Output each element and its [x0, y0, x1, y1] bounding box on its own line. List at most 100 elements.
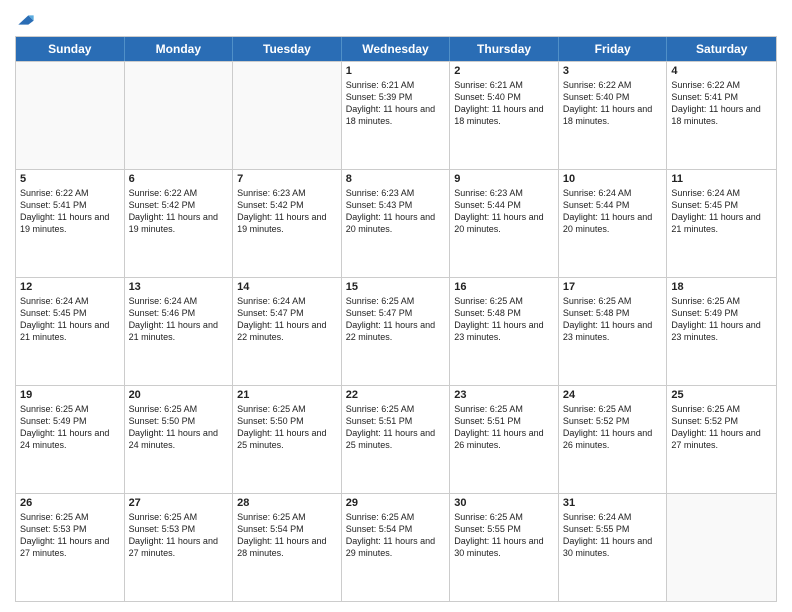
- day-number: 25: [671, 389, 772, 401]
- day-info: Sunrise: 6:22 AM Sunset: 5:40 PM Dayligh…: [563, 79, 663, 128]
- day-info: Sunrise: 6:25 AM Sunset: 5:50 PM Dayligh…: [237, 403, 337, 452]
- day-info: Sunrise: 6:24 AM Sunset: 5:44 PM Dayligh…: [563, 187, 663, 236]
- day-info: Sunrise: 6:22 AM Sunset: 5:42 PM Dayligh…: [129, 187, 229, 236]
- calendar-header-cell: Tuesday: [233, 37, 342, 61]
- calendar-header-row: SundayMondayTuesdayWednesdayThursdayFrid…: [16, 37, 776, 61]
- calendar-day-cell: 10 Sunrise: 6:24 AM Sunset: 5:44 PM Dayli…: [559, 170, 668, 277]
- calendar-day-cell: 4 Sunrise: 6:22 AM Sunset: 5:41 PM Daylig…: [667, 62, 776, 169]
- calendar-day-cell: 27 Sunrise: 6:25 AM Sunset: 5:53 PM Dayli…: [125, 494, 234, 601]
- calendar-day-cell: 25 Sunrise: 6:25 AM Sunset: 5:52 PM Dayli…: [667, 386, 776, 493]
- calendar-day-cell: 2 Sunrise: 6:21 AM Sunset: 5:40 PM Daylig…: [450, 62, 559, 169]
- day-number: 21: [237, 389, 337, 401]
- day-info: Sunrise: 6:25 AM Sunset: 5:55 PM Dayligh…: [454, 511, 554, 560]
- day-number: 14: [237, 281, 337, 293]
- day-info: Sunrise: 6:25 AM Sunset: 5:53 PM Dayligh…: [129, 511, 229, 560]
- calendar-day-cell: 28 Sunrise: 6:25 AM Sunset: 5:54 PM Dayli…: [233, 494, 342, 601]
- day-number: 15: [346, 281, 446, 293]
- day-number: 1: [346, 65, 446, 77]
- day-info: Sunrise: 6:21 AM Sunset: 5:39 PM Dayligh…: [346, 79, 446, 128]
- day-number: 27: [129, 497, 229, 509]
- calendar-day-cell: 20Sunrise: 6:25 AM Sunset: 5:50 PM Dayli…: [125, 386, 234, 493]
- day-number: 7: [237, 173, 337, 185]
- calendar-day-cell: 1 Sunrise: 6:21 AM Sunset: 5:39 PM Daylig…: [342, 62, 451, 169]
- day-number: 19: [20, 389, 120, 401]
- day-info: Sunrise: 6:25 AM Sunset: 5:54 PM Dayligh…: [237, 511, 337, 560]
- calendar-day-cell: 17Sunrise: 6:25 AM Sunset: 5:48 PM Dayli…: [559, 278, 668, 385]
- day-info: Sunrise: 6:25 AM Sunset: 5:50 PM Dayligh…: [129, 403, 229, 452]
- day-number: 13: [129, 281, 229, 293]
- calendar-week-row: 26 Sunrise: 6:25 AM Sunset: 5:53 PM Dayli…: [16, 493, 776, 601]
- day-info: Sunrise: 6:25 AM Sunset: 5:51 PM Dayligh…: [346, 403, 446, 452]
- day-info: Sunrise: 6:21 AM Sunset: 5:40 PM Dayligh…: [454, 79, 554, 128]
- calendar-day-cell: 22 Sunrise: 6:25 AM Sunset: 5:51 PM Dayli…: [342, 386, 451, 493]
- day-info: Sunrise: 6:25 AM Sunset: 5:53 PM Dayligh…: [20, 511, 120, 560]
- day-info: Sunrise: 6:23 AM Sunset: 5:42 PM Dayligh…: [237, 187, 337, 236]
- calendar-day-cell: 30 Sunrise: 6:25 AM Sunset: 5:55 PM Dayli…: [450, 494, 559, 601]
- day-number: 31: [563, 497, 663, 509]
- calendar-day-cell: [125, 62, 234, 169]
- page: SundayMondayTuesdayWednesdayThursdayFrid…: [0, 0, 792, 612]
- day-number: 12: [20, 281, 120, 293]
- day-info: Sunrise: 6:25 AM Sunset: 5:54 PM Dayligh…: [346, 511, 446, 560]
- day-number: 18: [671, 281, 772, 293]
- calendar-day-cell: 26 Sunrise: 6:25 AM Sunset: 5:53 PM Dayli…: [16, 494, 125, 601]
- calendar-day-cell: 6 Sunrise: 6:22 AM Sunset: 5:42 PM Daylig…: [125, 170, 234, 277]
- day-number: 11: [671, 173, 772, 185]
- day-number: 9: [454, 173, 554, 185]
- calendar-day-cell: 13 Sunrise: 6:24 AM Sunset: 5:46 PM Dayli…: [125, 278, 234, 385]
- calendar-day-cell: 21 Sunrise: 6:25 AM Sunset: 5:50 PM Dayli…: [233, 386, 342, 493]
- day-info: Sunrise: 6:23 AM Sunset: 5:44 PM Dayligh…: [454, 187, 554, 236]
- day-number: 8: [346, 173, 446, 185]
- day-info: Sunrise: 6:25 AM Sunset: 5:49 PM Dayligh…: [20, 403, 120, 452]
- day-number: 2: [454, 65, 554, 77]
- day-number: 3: [563, 65, 663, 77]
- calendar-day-cell: 31 Sunrise: 6:24 AM Sunset: 5:55 PM Dayli…: [559, 494, 668, 601]
- day-number: 4: [671, 65, 772, 77]
- calendar-day-cell: 16Sunrise: 6:25 AM Sunset: 5:48 PM Dayli…: [450, 278, 559, 385]
- day-number: 6: [129, 173, 229, 185]
- calendar-week-row: 1 Sunrise: 6:21 AM Sunset: 5:39 PM Daylig…: [16, 61, 776, 169]
- day-info: Sunrise: 6:22 AM Sunset: 5:41 PM Dayligh…: [671, 79, 772, 128]
- calendar-day-cell: 15 Sunrise: 6:25 AM Sunset: 5:47 PM Dayli…: [342, 278, 451, 385]
- calendar-header-cell: Wednesday: [342, 37, 451, 61]
- day-info: Sunrise: 6:24 AM Sunset: 5:55 PM Dayligh…: [563, 511, 663, 560]
- logo-icon: [15, 10, 35, 30]
- calendar-week-row: 12 Sunrise: 6:24 AM Sunset: 5:45 PM Dayli…: [16, 277, 776, 385]
- calendar-day-cell: 18 Sunrise: 6:25 AM Sunset: 5:49 PM Dayli…: [667, 278, 776, 385]
- calendar-header-cell: Friday: [559, 37, 668, 61]
- day-number: 26: [20, 497, 120, 509]
- header: [15, 10, 777, 30]
- calendar-day-cell: 8 Sunrise: 6:23 AM Sunset: 5:43 PM Daylig…: [342, 170, 451, 277]
- calendar-header-cell: Sunday: [16, 37, 125, 61]
- day-info: Sunrise: 6:24 AM Sunset: 5:46 PM Dayligh…: [129, 295, 229, 344]
- calendar-day-cell: 5Sunrise: 6:22 AM Sunset: 5:41 PM Daylig…: [16, 170, 125, 277]
- day-info: Sunrise: 6:25 AM Sunset: 5:48 PM Dayligh…: [563, 295, 663, 344]
- calendar-body: 1 Sunrise: 6:21 AM Sunset: 5:39 PM Daylig…: [16, 61, 776, 601]
- day-info: Sunrise: 6:24 AM Sunset: 5:45 PM Dayligh…: [20, 295, 120, 344]
- day-info: Sunrise: 6:25 AM Sunset: 5:47 PM Dayligh…: [346, 295, 446, 344]
- day-info: Sunrise: 6:25 AM Sunset: 5:48 PM Dayligh…: [454, 295, 554, 344]
- calendar-day-cell: 9 Sunrise: 6:23 AM Sunset: 5:44 PM Daylig…: [450, 170, 559, 277]
- day-info: Sunrise: 6:23 AM Sunset: 5:43 PM Dayligh…: [346, 187, 446, 236]
- calendar-day-cell: 14 Sunrise: 6:24 AM Sunset: 5:47 PM Dayli…: [233, 278, 342, 385]
- logo: [15, 10, 39, 30]
- calendar-header-cell: Monday: [125, 37, 234, 61]
- day-number: 10: [563, 173, 663, 185]
- day-info: Sunrise: 6:24 AM Sunset: 5:45 PM Dayligh…: [671, 187, 772, 236]
- day-info: Sunrise: 6:24 AM Sunset: 5:47 PM Dayligh…: [237, 295, 337, 344]
- day-number: 22: [346, 389, 446, 401]
- calendar-week-row: 5Sunrise: 6:22 AM Sunset: 5:41 PM Daylig…: [16, 169, 776, 277]
- day-number: 30: [454, 497, 554, 509]
- calendar-week-row: 19 Sunrise: 6:25 AM Sunset: 5:49 PM Dayli…: [16, 385, 776, 493]
- calendar-header-cell: Thursday: [450, 37, 559, 61]
- day-info: Sunrise: 6:25 AM Sunset: 5:49 PM Dayligh…: [671, 295, 772, 344]
- day-number: 23: [454, 389, 554, 401]
- calendar-day-cell: 29 Sunrise: 6:25 AM Sunset: 5:54 PM Dayli…: [342, 494, 451, 601]
- day-number: 29: [346, 497, 446, 509]
- calendar-day-cell: 3 Sunrise: 6:22 AM Sunset: 5:40 PM Daylig…: [559, 62, 668, 169]
- calendar: SundayMondayTuesdayWednesdayThursdayFrid…: [15, 36, 777, 602]
- day-number: 28: [237, 497, 337, 509]
- calendar-day-cell: 12 Sunrise: 6:24 AM Sunset: 5:45 PM Dayli…: [16, 278, 125, 385]
- calendar-day-cell: 24Sunrise: 6:25 AM Sunset: 5:52 PM Dayli…: [559, 386, 668, 493]
- day-info: Sunrise: 6:25 AM Sunset: 5:52 PM Dayligh…: [671, 403, 772, 452]
